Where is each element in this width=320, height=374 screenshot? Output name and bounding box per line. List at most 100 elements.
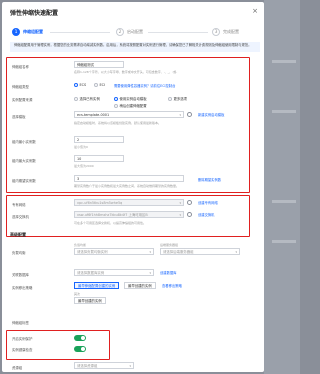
backdrop-text	[272, 110, 296, 113]
template-select[interactable]: ecs-template-0001 ▾	[74, 111, 184, 118]
step-label: 启动配置	[127, 29, 143, 34]
step-connector	[50, 32, 110, 33]
step-label: 伸缩组配置	[23, 29, 43, 34]
highlight-box	[6, 57, 250, 193]
step-indicator: 1 伸缩组配置 2 启动配置 3 完成配置	[12, 28, 260, 38]
chevron-down-icon: ▾	[149, 271, 151, 275]
lb-select-value: 请选择负载均衡实例	[77, 250, 108, 254]
resource-group-select[interactable]: 请选择资源组 ▾	[74, 362, 134, 369]
refresh-icon[interactable]	[187, 112, 192, 117]
backdrop-text	[272, 240, 296, 243]
radio-dot	[74, 83, 78, 87]
type-eci-radio[interactable]: ECI	[94, 83, 105, 87]
highlight-box	[6, 330, 110, 360]
vswitch-label: 选择交换机	[12, 215, 29, 219]
refresh-icon[interactable]	[187, 212, 192, 217]
template-select-label: 选择模板	[12, 115, 26, 119]
source-template-radio[interactable]: 使用实例启动模板	[114, 96, 147, 101]
group-type-label: 伸缩组类型	[12, 85, 29, 89]
dialog-title: 弹性伸缩快速配置	[10, 10, 59, 17]
backend-group-select[interactable]: 请选择后端服务器组 ▾	[160, 248, 240, 255]
page-backdrop	[264, 0, 300, 374]
backdrop-text	[272, 200, 296, 203]
removal-policy-link[interactable]: 查看移出策略	[162, 283, 182, 288]
lb-col-header: 后端服务器组	[160, 243, 179, 247]
expected-instances-input[interactable]: 3	[74, 175, 184, 182]
step-1: 1 伸缩组配置	[12, 28, 43, 36]
chevron-down-icon: ▾	[179, 113, 181, 117]
removal-policy-select[interactable]: 最早伸缩配置创建的实例	[74, 282, 120, 289]
min-instances-input[interactable]: 2	[74, 136, 124, 143]
db-select[interactable]: 请选择数据库实例 ▾	[74, 269, 154, 276]
radio-dot	[114, 96, 118, 101]
step-3: 3 完成配置	[212, 28, 239, 36]
vswitch-select[interactable]: vsw-uf6f1hh8mxhz7kbu8k4f7 上海可用区B ▾	[74, 211, 184, 218]
step-number: 3	[212, 28, 220, 36]
template-hint: 指定启动模板时，系统将以该模板创建实例，默认使用最新版本。	[74, 121, 162, 125]
source-existing-radio[interactable]: 选择已有实例	[74, 96, 100, 101]
radio-label: ECS	[79, 83, 87, 87]
vswitch-hint: 可在多个可用区选择交换机，以提高伸缩组的可用性。	[74, 221, 147, 225]
chevron-down-icon: ▾	[179, 201, 181, 205]
lb-label: 负载均衡	[12, 251, 26, 255]
db-select-value: 请选择数据库实例	[77, 271, 105, 275]
chevron-down-icon: ▾	[235, 250, 237, 254]
resource-group-label: 资源组	[12, 366, 23, 370]
max-instances-input[interactable]: 10	[74, 155, 124, 162]
backdrop-text	[272, 60, 296, 63]
create-template-link[interactable]: 新建实例启动模板	[198, 112, 224, 117]
min-instances-label: 组内最小实例数	[12, 140, 36, 144]
radio-label: ECI	[99, 83, 106, 87]
radio-label: 选择已有实例	[79, 97, 100, 101]
chevron-down-icon: ▾	[149, 250, 151, 254]
radio-label: 使用实例启动模板	[119, 97, 147, 101]
source-more-radio[interactable]: 更多选项	[168, 96, 187, 101]
instance-source-label: 实例配置来源	[12, 98, 33, 102]
info-notice: 伸缩组配置用于管理实例，根据您的业务需求自动增减实例数。启用后，系统将按照配置对…	[10, 42, 260, 52]
refresh-icon[interactable]	[187, 200, 192, 205]
max-instances-label: 组内最大实例数	[12, 159, 36, 163]
group-name-hint: 名称1-128个字符，以大小写字母、数字或中文开头，可包含数字、.、_、:或-	[74, 70, 178, 74]
removal-policy-label: 实例移出策略	[12, 286, 33, 290]
template-select-value: ecs-template-0001	[77, 113, 110, 117]
lb-col-header: 负载均衡	[74, 243, 87, 247]
eci-console-link[interactable]: 需要使用弹性容器实例？请前往ECI控制台	[114, 83, 175, 88]
step-connector	[148, 32, 208, 33]
step-number: 1	[12, 28, 20, 36]
expected-hint: 期望实例数介于最小实例数和最大实例数之间，系统自动维持期望的实例数量。	[74, 184, 180, 188]
radio-dot	[74, 96, 78, 101]
radio-dot	[168, 96, 172, 101]
create-vswitch-link[interactable]: 创建交换机	[198, 212, 214, 217]
removal-secondary-select[interactable]: 最早创建的实例	[74, 297, 106, 304]
create-db-link[interactable]: 创建数据库	[160, 270, 176, 275]
tags-label: 伸缩组标签	[12, 321, 29, 325]
radio-dot	[94, 83, 98, 87]
radio-label: 更多选项	[173, 97, 188, 101]
instance-protect-label: 开启实例保护	[12, 337, 33, 341]
vpc-label: 专有网络	[12, 203, 26, 207]
source-later-radio[interactable]: 稍后创建伸缩配置	[114, 103, 147, 108]
resource-group-value: 请选择资源组	[77, 364, 98, 368]
removal-policy-select[interactable]: 最早创建的实例	[124, 282, 156, 289]
step-label: 完成配置	[223, 29, 239, 34]
delete-expected-link[interactable]: 删除期望实例数	[198, 177, 221, 182]
health-check-toggle[interactable]	[74, 346, 86, 352]
create-vpc-link[interactable]: 创建专有网络	[198, 200, 218, 205]
vpc-select[interactable]: vpc-uf6n5tku1s8m5whe5q ▾	[74, 199, 184, 206]
min-instances-hint: 最小值为0	[74, 145, 88, 149]
advanced-section-heading: 高级配置	[10, 232, 26, 237]
lb-select[interactable]: 请选择负载均衡实例 ▾	[74, 248, 154, 255]
vpc-value: vpc-uf6n5tku1s8m5whe5q	[77, 201, 123, 205]
group-name-input[interactable]: 伸缩组测试	[74, 61, 124, 68]
instance-protect-toggle[interactable]	[74, 335, 86, 341]
group-name-label: 伸缩组名称	[12, 65, 29, 69]
db-label: 关联数据库	[12, 273, 29, 277]
radio-label: 稍后创建伸缩配置	[119, 104, 147, 108]
close-icon[interactable]: ×	[252, 7, 258, 15]
expected-instances-label: 组内期望实例数	[12, 179, 36, 183]
chevron-down-icon: ▾	[129, 364, 131, 368]
health-check-label: 实例健康检查	[12, 348, 33, 352]
backend-group-value: 请选择后端服务器组	[163, 250, 194, 254]
type-ecs-radio[interactable]: ECS	[74, 83, 86, 87]
radio-dot	[114, 103, 118, 108]
